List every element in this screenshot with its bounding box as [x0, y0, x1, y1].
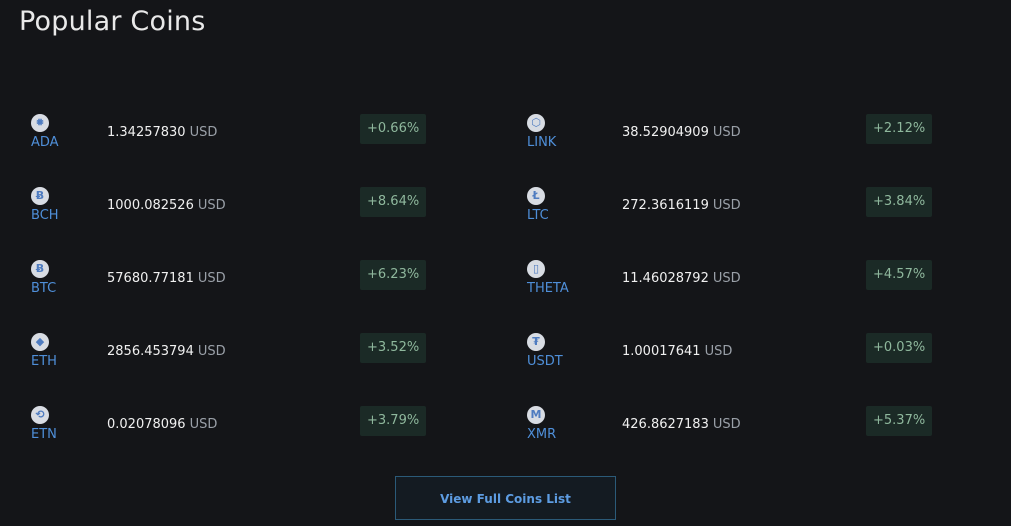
coin-symbol[interactable]: ETH — [31, 354, 57, 369]
coin-price: 426.8627183 USD — [622, 417, 741, 432]
coin-price: 2856.453794 USD — [107, 344, 226, 359]
change-badge: +5.37% — [866, 406, 933, 436]
link-coin-icon: ⬡ — [527, 114, 545, 132]
coin-row-etn[interactable]: ⟲ ETN 0.02078096 USD +3.79% — [31, 406, 451, 450]
coin-price: 1.00017641 USD — [622, 344, 732, 359]
currency-label: USD — [189, 125, 218, 140]
coin-row-btc[interactable]: Ƀ BTC 57680.77181 USD +6.23% — [31, 260, 451, 304]
currency-label: USD — [197, 271, 226, 286]
coin-row-eth[interactable]: ◆ ETH 2856.453794 USD +3.52% — [31, 333, 451, 377]
usdt-coin-icon: ₮ — [527, 333, 545, 351]
coin-symbol[interactable]: USDT — [527, 354, 563, 369]
coin-price: 38.52904909 USD — [622, 125, 741, 140]
popular-coins-panel: Popular Coins ✹ ADA 1.34257830 USD +0.66%… — [0, 0, 1011, 526]
coin-price: 57680.77181 USD — [107, 271, 226, 286]
coin-row-link[interactable]: ⬡ LINK 38.52904909 USD +2.12% — [527, 114, 947, 158]
price-value: 1.34257830 — [107, 125, 186, 140]
price-value: 426.8627183 — [622, 417, 709, 432]
coin-price: 1000.082526 USD — [107, 198, 226, 213]
coin-symbol[interactable]: BCH — [31, 208, 59, 223]
price-value: 2856.453794 — [107, 344, 194, 359]
currency-label: USD — [712, 271, 741, 286]
change-badge: +0.66% — [360, 114, 427, 144]
etn-coin-icon: ⟲ — [31, 406, 49, 424]
ltc-coin-icon: Ł — [527, 187, 545, 205]
coin-price: 1.34257830 USD — [107, 125, 217, 140]
coin-price: 11.46028792 USD — [622, 271, 741, 286]
coin-row-bch[interactable]: Ƀ BCH 1000.082526 USD +8.64% — [31, 187, 451, 231]
bch-coin-icon: Ƀ — [31, 187, 49, 205]
currency-label: USD — [189, 417, 218, 432]
price-value: 11.46028792 — [622, 271, 709, 286]
price-value: 1000.082526 — [107, 198, 194, 213]
change-badge: +3.52% — [360, 333, 427, 363]
change-badge: +3.79% — [360, 406, 427, 436]
price-value: 272.3616119 — [622, 198, 709, 213]
change-badge: +4.57% — [866, 260, 933, 290]
price-value: 1.00017641 — [622, 344, 701, 359]
eth-coin-icon: ◆ — [31, 333, 49, 351]
change-badge: +8.64% — [360, 187, 427, 217]
btc-coin-icon: Ƀ — [31, 260, 49, 278]
coin-row-xmr[interactable]: M XMR 426.8627183 USD +5.37% — [527, 406, 947, 450]
currency-label: USD — [712, 125, 741, 140]
currency-label: USD — [712, 417, 741, 432]
coin-symbol[interactable]: XMR — [527, 427, 556, 442]
page-title: Popular Coins — [19, 6, 206, 37]
coin-symbol[interactable]: LTC — [527, 208, 549, 223]
currency-label: USD — [197, 344, 226, 359]
coin-symbol[interactable]: ADA — [31, 135, 59, 150]
change-badge: +2.12% — [866, 114, 933, 144]
coin-symbol[interactable]: THETA — [527, 281, 569, 296]
price-value: 38.52904909 — [622, 125, 709, 140]
coin-price: 0.02078096 USD — [107, 417, 217, 432]
xmr-coin-icon: M — [527, 406, 545, 424]
currency-label: USD — [197, 198, 226, 213]
change-badge: +3.84% — [866, 187, 933, 217]
change-badge: +0.03% — [866, 333, 933, 363]
coin-row-ltc[interactable]: Ł LTC 272.3616119 USD +3.84% — [527, 187, 947, 231]
coin-symbol[interactable]: ETN — [31, 427, 57, 442]
coin-symbol[interactable]: LINK — [527, 135, 556, 150]
coin-row-usdt[interactable]: ₮ USDT 1.00017641 USD +0.03% — [527, 333, 947, 377]
coin-price: 272.3616119 USD — [622, 198, 741, 213]
coin-row-ada[interactable]: ✹ ADA 1.34257830 USD +0.66% — [31, 114, 451, 158]
ada-coin-icon: ✹ — [31, 114, 49, 132]
price-value: 0.02078096 — [107, 417, 186, 432]
change-badge: +6.23% — [360, 260, 427, 290]
currency-label: USD — [712, 198, 741, 213]
view-full-coins-list-button[interactable]: View Full Coins List — [395, 476, 616, 520]
price-value: 57680.77181 — [107, 271, 194, 286]
theta-coin-icon: ▯ — [527, 260, 545, 278]
coin-symbol[interactable]: BTC — [31, 281, 56, 296]
currency-label: USD — [704, 344, 733, 359]
coin-row-theta[interactable]: ▯ THETA 11.46028792 USD +4.57% — [527, 260, 947, 304]
